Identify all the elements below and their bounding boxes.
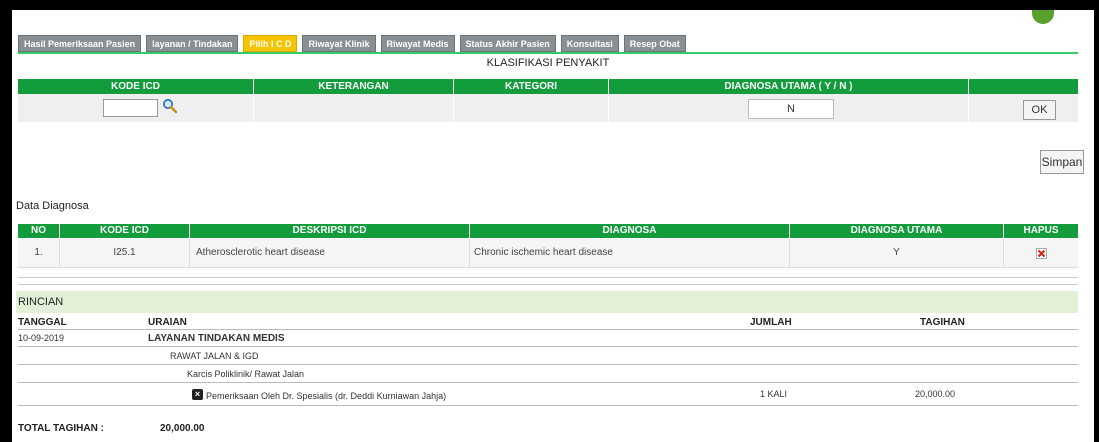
col-diagnosa-utama: DIAGNOSA UTAMA ( Y / N ) [609, 79, 969, 94]
rincian-layanan: LAYANAN TINDAKAN MEDIS [148, 333, 285, 344]
row-no: 1. [18, 239, 60, 267]
tab-bar: Hasil Pemeriksaan Pasien layanan / Tinda… [18, 35, 686, 52]
row-deskripsi: Atherosclerotic heart disease [190, 239, 470, 267]
klasifikasi-header: KODE ICD KETERANGAN KATEGORI DIAGNOSA UT… [18, 79, 1078, 94]
col-diagnosa: DIAGNOSA [470, 224, 790, 238]
tab-status-akhir[interactable]: Status Akhir Pasien [459, 35, 556, 52]
col-diagnosa-utama: DIAGNOSA UTAMA [790, 224, 1004, 238]
divider [18, 364, 1078, 365]
row-kode: I25.1 [60, 239, 190, 267]
total-label: TOTAL TAGIHAN : [18, 423, 104, 434]
tab-resep-obat[interactable]: Resep Obat [623, 35, 686, 52]
simpan-button[interactable]: Simpan [1040, 150, 1084, 174]
col-kode: KODE ICD [60, 224, 190, 238]
close-icon[interactable]: × [192, 389, 203, 400]
cell-kategori [454, 94, 609, 122]
tab-riwayat-medis[interactable]: Riwayat Medis [380, 35, 455, 52]
tab-konsultasi[interactable]: Konsultasi [560, 35, 619, 52]
rincian-rawat: RAWAT JALAN & IGD [170, 351, 259, 361]
search-icon[interactable] [162, 98, 178, 114]
cell-keterangan [254, 94, 454, 122]
tab-hasil-pemeriksaan[interactable]: Hasil Pemeriksaan Pasien [18, 35, 142, 52]
col-hapus: HAPUS [1023, 225, 1059, 236]
col-no: NO [18, 224, 60, 238]
klasifikasi-title: KLASIFIKASI PENYAKIT [486, 57, 610, 69]
row-diagnosa: Chronic ischemic heart disease [470, 239, 790, 267]
total-value: 20,000.00 [160, 423, 205, 434]
divider [18, 405, 1078, 406]
rincian-tagihan: 20,000.00 [915, 389, 956, 399]
rincian-date: 10-09-2019 [18, 333, 65, 343]
rincian-col-tanggal: TANGGAL [18, 317, 67, 328]
delete-icon[interactable] [1036, 248, 1047, 259]
table-row: 1. I25.1 Atherosclerotic heart disease C… [18, 239, 1078, 268]
tab-pilih-icd[interactable]: Pilih I C D [243, 35, 298, 52]
rincian-col-tagihan: TAGIHAN [920, 317, 965, 328]
tab-riwayat-klinik[interactable]: Riwayat Klinik [302, 35, 376, 52]
diagnosa-utama-input[interactable]: N [748, 99, 834, 119]
rincian-col-uraian: URAIAN [148, 317, 187, 328]
diagnosa-table-header: NO KODE ICD DESKRIPSI ICD DIAGNOSA DIAGN… [18, 224, 1078, 238]
col-kode-icd: KODE ICD [18, 79, 254, 94]
tab-underline [18, 52, 1078, 54]
tab-layanan-tindakan[interactable]: layanan / Tindakan [146, 35, 239, 52]
ok-button[interactable]: OK [1023, 100, 1056, 120]
divider [18, 382, 1078, 383]
col-kategori: KATEGORI [454, 79, 609, 94]
rincian-title: RINCIAN [16, 291, 1078, 313]
kode-icd-input[interactable] [103, 99, 158, 117]
row-utama: Y [790, 239, 1004, 267]
rincian-jumlah: 1 KALI [760, 389, 788, 399]
rincian-col-jumlah: JUMLAH [750, 317, 792, 328]
col-keterangan: KETERANGAN [254, 79, 454, 94]
col-action [969, 79, 1078, 94]
klasifikasi-input-row: N OK [18, 94, 1078, 122]
data-diagnosa-title: Data Diagnosa [16, 200, 89, 212]
divider [18, 346, 1078, 347]
divider [18, 277, 1078, 278]
status-indicator [1032, 10, 1054, 24]
divider [18, 329, 1078, 330]
rincian-item: Pemeriksaan Oleh Dr. Spesialis (dr. Dedd… [206, 391, 447, 401]
col-deskripsi: DESKRIPSI ICD [190, 224, 470, 238]
divider [18, 284, 1078, 285]
rincian-karcis: Karcis Poliklinik/ Rawat Jalan [187, 369, 305, 379]
